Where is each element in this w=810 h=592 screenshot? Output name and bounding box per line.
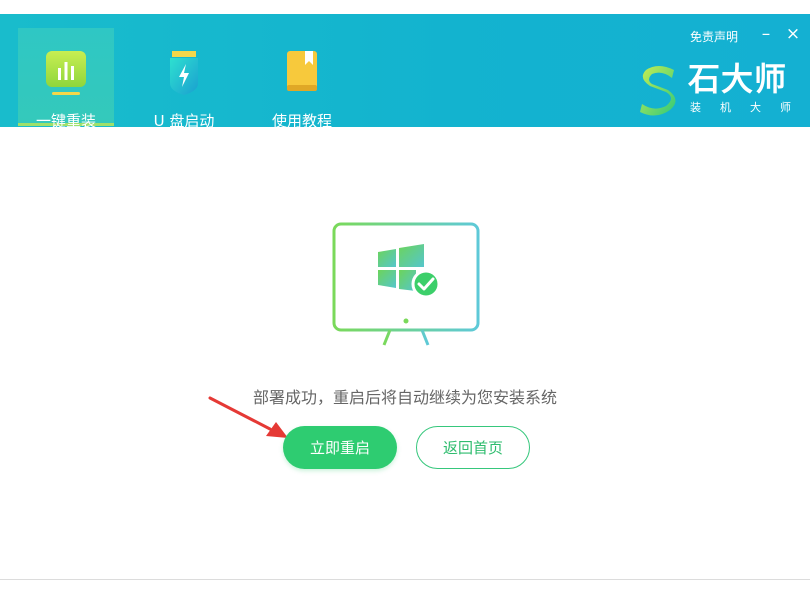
- red-arrow-annotation: [208, 396, 288, 438]
- tab-label: 使用教程: [271, 112, 332, 130]
- footer-divider: [0, 579, 810, 580]
- tab-label: U 盘启动: [153, 112, 215, 130]
- disclaimer-link[interactable]: 免责声明: [690, 28, 738, 45]
- brand-s-icon: [640, 66, 676, 116]
- tab-tutorial[interactable]: 使用教程: [254, 28, 350, 130]
- return-home-button[interactable]: 返回首页: [416, 426, 530, 469]
- tab-one-click-reinstall[interactable]: 一键重装: [18, 28, 114, 130]
- deploy-success-message: 部署成功，重启后将自动继续为您安装系统: [252, 388, 557, 407]
- minimize-button[interactable]: –: [756, 24, 776, 44]
- book-icon: [287, 51, 317, 91]
- close-button[interactable]: ×: [783, 24, 803, 44]
- brand-name: 石大师: [688, 60, 788, 98]
- restart-now-button[interactable]: 立即重启: [283, 426, 397, 469]
- brand-subtitle: 装机大师: [690, 101, 810, 114]
- monitor-success-icon: [332, 222, 480, 348]
- brand-logo: 石大师 装机大师: [636, 60, 796, 120]
- app-header: 一键重装 U 盘启动 使用教程 免责声明 – × 石大师 装机大师: [0, 14, 810, 130]
- tab-label: 一键重装: [35, 112, 96, 130]
- chart-icon: [46, 51, 86, 95]
- window-top-strip: [0, 0, 810, 14]
- usb-drive-icon: [170, 51, 198, 95]
- tab-usb-boot[interactable]: U 盘启动: [136, 28, 232, 130]
